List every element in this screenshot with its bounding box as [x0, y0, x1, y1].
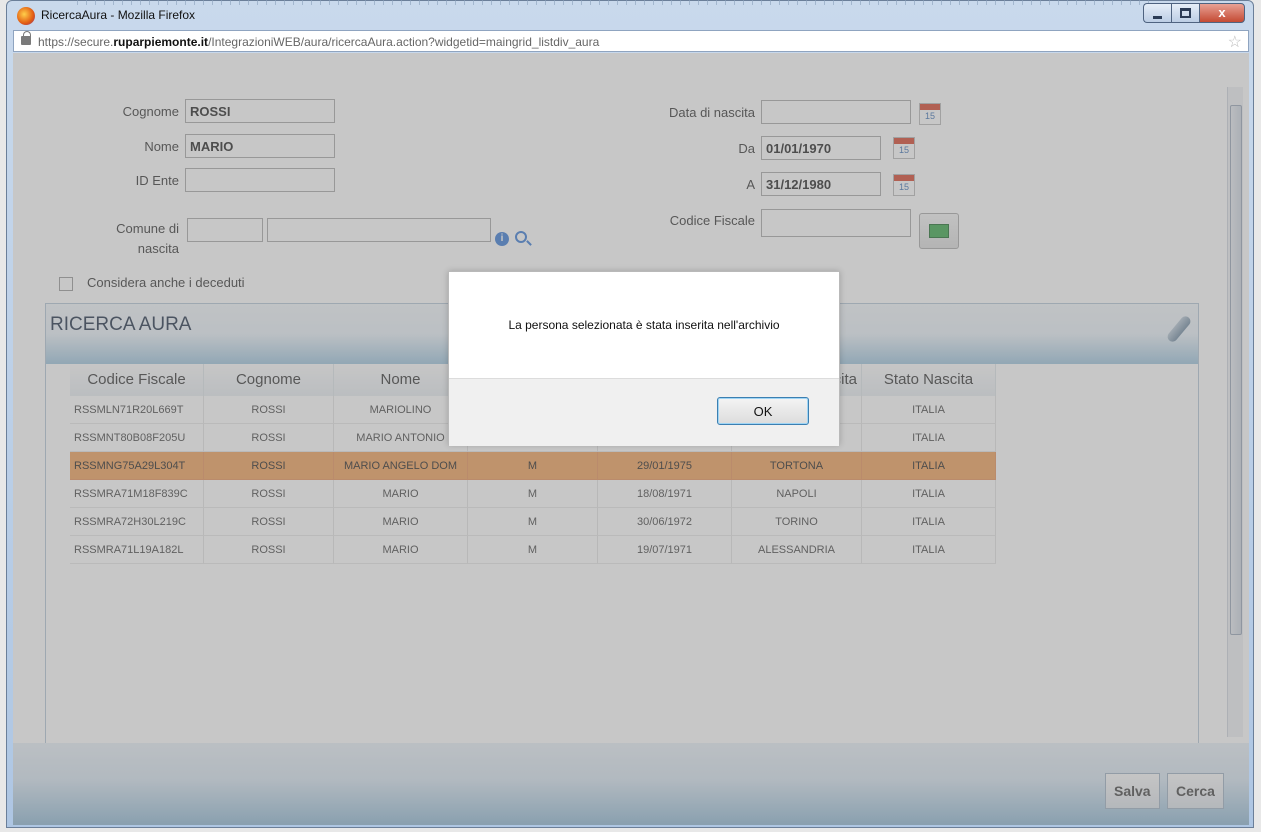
ruler — [77, 0, 1157, 5]
url-domain: ruparpiemonte.it — [113, 35, 209, 49]
browser-window: RicercaAura - Mozilla Firefox x https://… — [6, 0, 1254, 828]
url-path: /IntegrazioniWEB/aura/ricercaAura.action… — [208, 35, 600, 49]
confirmation-dialog: La persona selezionata è stata inserita … — [448, 271, 840, 446]
bookmark-star-icon[interactable]: ☆ — [1228, 32, 1242, 52]
minimize-button[interactable] — [1143, 3, 1171, 23]
title-bar: RicercaAura - Mozilla Firefox x — [7, 0, 1253, 31]
window-controls: x — [1143, 3, 1245, 23]
window-title: RicercaAura - Mozilla Firefox — [41, 8, 196, 22]
page-content: Cognome ROSSI Nome MARIO ID Ente Comune … — [13, 53, 1249, 825]
url-text: https://secure.ruparpiemonte.it/Integraz… — [38, 35, 599, 49]
maximize-icon — [1180, 8, 1191, 18]
dialog-message: La persona selezionata è stata inserita … — [508, 318, 780, 332]
close-button[interactable]: x — [1199, 3, 1245, 23]
firefox-logo-icon — [17, 7, 35, 25]
url-prefix: https://secure. — [38, 35, 114, 49]
dialog-footer: OK — [449, 378, 839, 446]
address-bar[interactable]: https://secure.ruparpiemonte.it/Integraz… — [13, 30, 1249, 52]
lock-icon — [21, 31, 31, 45]
ok-button[interactable]: OK — [717, 397, 809, 425]
minimize-icon — [1153, 16, 1162, 19]
maximize-button[interactable] — [1171, 3, 1199, 23]
